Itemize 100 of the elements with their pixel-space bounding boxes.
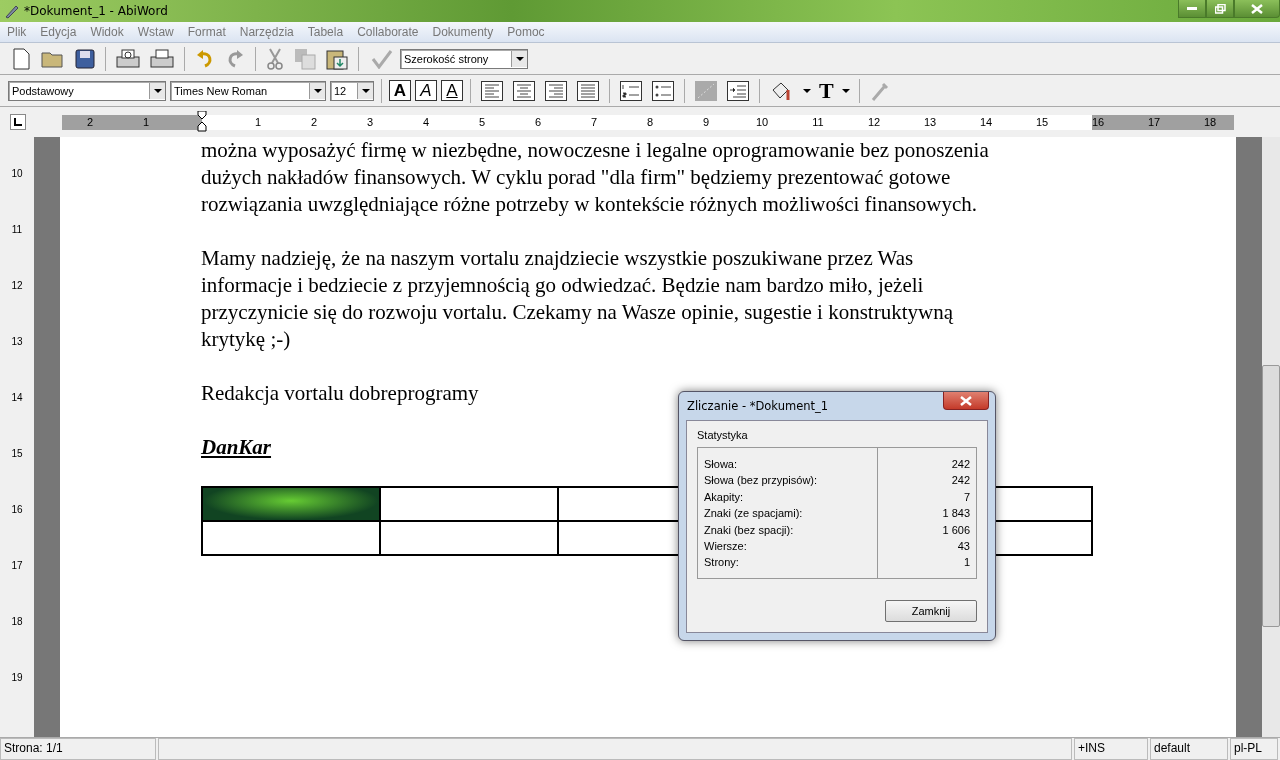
font-dropdown[interactable]: Times New Roman — [170, 80, 326, 101]
menu-item[interactable]: Pomoc — [500, 25, 552, 39]
tab-stop-icon[interactable] — [10, 114, 26, 130]
caret-icon[interactable] — [803, 88, 811, 93]
restore-icon — [1214, 3, 1226, 14]
author-name: DanKar — [201, 434, 272, 461]
ruler-number: 12 — [866, 114, 882, 130]
caret-icon — [515, 56, 524, 61]
caret-icon — [361, 88, 370, 93]
caret-icon — [153, 88, 162, 93]
paragraph-line: dużych nakładów finansowych. W cyklu porad "dla firm" będziemy prezentować gotowe — [201, 164, 951, 191]
zoom-dropdown[interactable]: Szerokość strony — [400, 48, 528, 69]
ruler-number: 14 — [10, 391, 24, 405]
ruler-number: 16 — [1090, 114, 1106, 130]
indent-marker-icon[interactable] — [197, 111, 207, 133]
ruler-number: 18 — [10, 615, 24, 629]
bold-button[interactable]: A — [389, 80, 411, 101]
close-icon — [1251, 3, 1263, 14]
vertical-scrollbar[interactable] — [1262, 137, 1280, 737]
minimize-icon — [1187, 6, 1197, 11]
window-title: *Dokument_1 - AbiWord — [24, 4, 168, 18]
ruler-number: 1 — [141, 114, 151, 130]
align-right-icon[interactable] — [542, 78, 570, 103]
statistic-value: 43 — [956, 539, 970, 555]
underline-button[interactable]: A — [441, 80, 463, 101]
caret-icon[interactable] — [841, 88, 850, 93]
ruler-number: 15 — [1034, 114, 1050, 130]
close-dialog-button[interactable]: Zamknij — [885, 600, 977, 622]
statistic-value: 1 843 — [941, 506, 970, 522]
bulleted-list-icon[interactable] — [649, 78, 677, 103]
restore-button[interactable] — [1206, 0, 1234, 18]
menu-item[interactable]: Dokumenty — [425, 25, 501, 39]
menu-item[interactable]: Wstaw — [130, 25, 181, 39]
ruler-number: 10 — [754, 114, 770, 130]
style-indicator: default — [1150, 738, 1228, 760]
statistic-label: Słowa: — [704, 457, 739, 472]
paragraph-line: można wyposażyć firmę w niezbędne, nowoczesne i legalne oprogramowanie bez ponoszenia — [201, 137, 989, 164]
ruler-number: 15 — [10, 447, 24, 461]
ruler-number: 11 — [811, 114, 825, 130]
menu-item[interactable]: Collaborate — [350, 25, 426, 39]
menu-item[interactable]: Format — [180, 25, 233, 39]
font-size-dropdown[interactable]: 12 — [330, 80, 374, 101]
close-button[interactable] — [943, 392, 989, 410]
paragraph-line: krytykę ;-) — [201, 326, 291, 353]
statistic-label: Słowa (bez przypisów): — [704, 473, 819, 489]
ruler-number: 9 — [701, 114, 711, 130]
ruler-number: 13 — [10, 335, 24, 349]
ruler-number: 8 — [645, 114, 655, 130]
menu-item[interactable]: Plik — [0, 25, 34, 39]
indent-icon[interactable] — [724, 78, 752, 103]
close-icon — [960, 395, 972, 406]
menu-item[interactable]: Narzędzia — [232, 25, 301, 39]
ruler-number: 17 — [10, 559, 24, 573]
ruler-number: 14 — [978, 114, 994, 130]
print-preview-icon[interactable] — [113, 46, 143, 71]
statistic-value: 7 — [962, 489, 970, 505]
ruler-number: 13 — [922, 114, 938, 130]
dialog-title: Zliczanie - *Dokument_1 — [687, 399, 829, 413]
statistic-label: Wiersze: — [704, 539, 748, 555]
close-button[interactable] — [1234, 0, 1280, 18]
ruler-number: 16 — [10, 503, 24, 517]
ruler-number: 4 — [421, 114, 431, 130]
statistic-value: 1 606 — [941, 522, 970, 538]
printer-icon[interactable] — [147, 46, 177, 71]
paragraph-line: Mamy nadzieję, że na naszym vortalu znajdziecie wszystkie poszukiwane przez Was — [201, 245, 914, 272]
align-left-icon[interactable] — [478, 78, 506, 103]
statistic-value: 242 — [950, 473, 970, 489]
menu-item[interactable]: Widok — [83, 25, 131, 39]
statistic-value: 242 — [950, 457, 970, 472]
ruler-number: 1 — [253, 114, 263, 130]
language-indicator: pl-PL — [1230, 738, 1278, 760]
style-dropdown[interactable]: Podstawowy — [8, 80, 166, 101]
ruler-number: 17 — [1146, 114, 1162, 130]
numbered-list-icon[interactable] — [617, 78, 645, 103]
minimize-button[interactable] — [1178, 0, 1206, 18]
page-indicator: Strona: 1/1 — [0, 738, 156, 760]
text-color-button[interactable]: T — [817, 77, 836, 104]
signature-text: Redakcja vortalu dobreprogramy — [201, 380, 479, 407]
menu-item[interactable]: Tabela — [300, 25, 351, 39]
save-icon[interactable] — [72, 46, 98, 71]
insert-mode-indicator: +INS — [1074, 738, 1148, 760]
menu-item[interactable]: Edycja — [33, 25, 84, 39]
statistic-value: 1 — [962, 555, 970, 571]
ruler-number: 19 — [10, 671, 24, 685]
align-center-icon[interactable] — [510, 78, 538, 103]
ruler-number: 11 — [10, 223, 24, 237]
caret-icon — [313, 88, 322, 93]
paragraph-line: informacje i bedziecie z przyjemnością go odwiedzać. Będzie nam bardzo miło, jeżeli — [201, 272, 924, 299]
statistic-label: Znaki (bez spacji): — [704, 522, 795, 538]
statistic-label: Znaki (ze spacjami): — [704, 506, 804, 522]
ruler-number: 5 — [477, 114, 487, 130]
ruler-number: 18 — [1202, 114, 1218, 130]
paragraph-line: przyczynicie się do rozwoju vortalu. Czekamy na Wasze opinie, sugestie i konstruktywną — [201, 299, 953, 326]
statistic-label: Strony: — [704, 555, 740, 571]
ruler-number: 7 — [589, 114, 599, 130]
pen-icon — [4, 3, 20, 19]
italic-button[interactable]: A — [415, 80, 437, 101]
ruler-number: 2 — [85, 114, 95, 130]
ruler-number: 12 — [10, 279, 24, 293]
justify-icon[interactable] — [574, 78, 602, 103]
